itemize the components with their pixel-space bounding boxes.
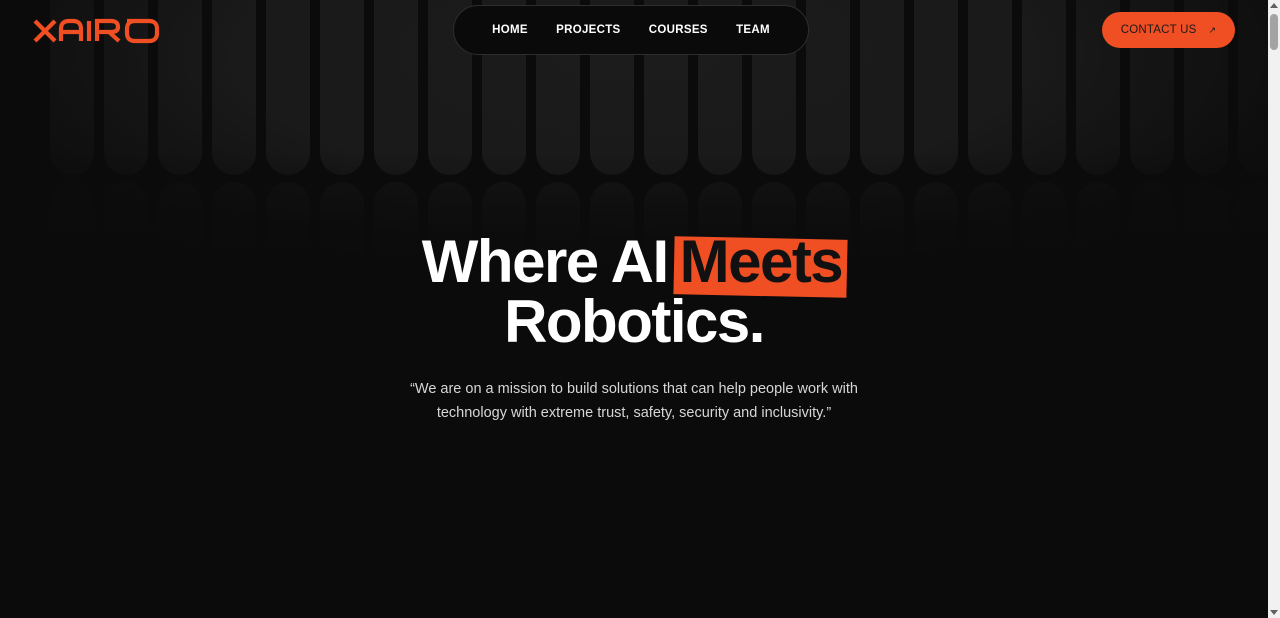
scroll-down-icon [1270, 610, 1278, 615]
nav-courses[interactable]: COURSES [649, 24, 708, 36]
pattern-pill [914, 0, 958, 175]
nav-home[interactable]: HOME [492, 24, 528, 36]
scroll-up-icon [1270, 3, 1278, 8]
hero-subtitle: “We are on a mission to build solutions … [0, 377, 1268, 425]
hero-title-line1: Where AI Meets [0, 232, 1268, 292]
scroll-up-button[interactable] [1268, 0, 1280, 12]
pattern-pill [374, 0, 418, 175]
hero-title-prefix: Where AI [421, 228, 669, 295]
arrow-up-right-icon: ↗ [1208, 24, 1217, 35]
contact-us-label: CONTACT US [1120, 24, 1197, 36]
page: HOME PROJECTS COURSES TEAM CONTACT US ↗ … [0, 0, 1280, 618]
scroll-down-button[interactable] [1268, 606, 1280, 618]
pattern-pill [1022, 0, 1066, 175]
hero-subtitle-line1: “We are on a mission to build solutions … [410, 381, 858, 397]
main-nav: HOME PROJECTS COURSES TEAM [453, 5, 809, 55]
pattern-pill [860, 0, 904, 175]
page-scrollbar[interactable] [1268, 0, 1280, 618]
pattern-pill [158, 0, 202, 175]
pattern-pill [806, 0, 850, 175]
hero-title-line2: Robotics. [504, 288, 765, 355]
nav-projects[interactable]: PROJECTS [556, 24, 620, 36]
brand-logo[interactable] [33, 17, 161, 45]
contact-us-button[interactable]: CONTACT US ↗ [1102, 12, 1235, 48]
pattern-pill [968, 0, 1012, 175]
scroll-thumb[interactable] [1270, 14, 1278, 50]
pattern-pill [1238, 0, 1268, 175]
hero-highlight-text: Meets [679, 228, 844, 295]
pattern-pill [320, 0, 364, 175]
hero-title-highlight: Meets [674, 232, 847, 292]
nav-team[interactable]: TEAM [736, 24, 770, 36]
pattern-pill [212, 0, 256, 175]
hero-title: Where AI Meets Robotics. [0, 232, 1268, 352]
pattern-pill [266, 0, 310, 175]
hero-subtitle-line2: technology with extreme trust, safety, s… [436, 405, 832, 421]
